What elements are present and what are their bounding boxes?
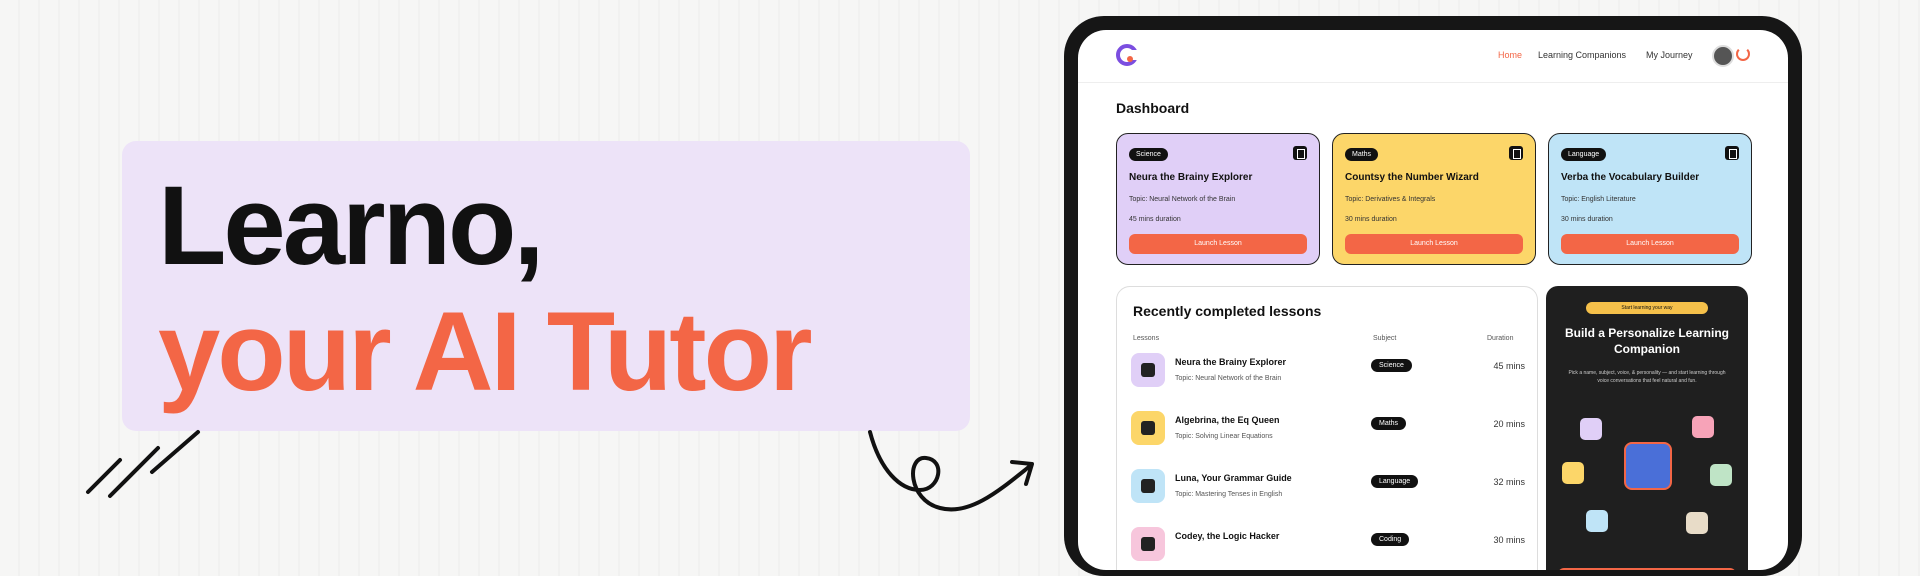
recent-lessons-title: Recently completed lessons bbox=[1133, 303, 1322, 319]
launch-lesson-button[interactable]: Launch Lesson bbox=[1561, 234, 1739, 254]
bookmark-icon[interactable] bbox=[1293, 146, 1307, 160]
chat-bubble-icon bbox=[1586, 510, 1608, 532]
companion-card[interactable]: Science Neura the Brainy Explorer Topic:… bbox=[1116, 133, 1320, 265]
app-screen: Home Learning Companions My Journey Dash… bbox=[1078, 30, 1788, 570]
card-duration: 45 mins duration bbox=[1129, 216, 1181, 223]
book-icon bbox=[1692, 416, 1714, 438]
bookmark-icon[interactable] bbox=[1509, 146, 1523, 160]
nav-link-my-journey[interactable]: My Journey bbox=[1646, 50, 1693, 60]
speed-lines-icon bbox=[86, 430, 200, 498]
lesson-name: Algebrina, the Eq Queen bbox=[1175, 415, 1280, 425]
promo-title: Build a Personalize Learning Companion bbox=[1564, 326, 1730, 356]
companion-card[interactable]: Language Verba the Vocabulary Builder To… bbox=[1548, 133, 1752, 265]
subject-tag: Maths bbox=[1345, 148, 1379, 161]
card-title: Neura the Brainy Explorer bbox=[1129, 172, 1253, 183]
flask-icon bbox=[1131, 353, 1165, 387]
flask-icon bbox=[1580, 418, 1602, 440]
subject-badge: Maths bbox=[1371, 417, 1407, 430]
column-header-subject: Subject bbox=[1373, 335, 1397, 342]
lesson-row[interactable]: Luna, Your Grammar Guide Topic: Masterin… bbox=[1131, 469, 1525, 509]
card-duration: 30 mins duration bbox=[1345, 216, 1397, 223]
launch-lesson-button[interactable]: Launch Lesson bbox=[1129, 234, 1307, 254]
hero-title-line1: Learno, bbox=[158, 163, 545, 288]
calculator-icon bbox=[1562, 462, 1584, 484]
build-companion-button[interactable] bbox=[1558, 568, 1736, 570]
launch-lesson-button[interactable]: Launch Lesson bbox=[1345, 234, 1523, 254]
lesson-row[interactable]: Neura the Brainy Explorer Topic: Neural … bbox=[1131, 353, 1525, 393]
subject-badge: Science bbox=[1371, 359, 1412, 372]
column-header-lessons: Lessons bbox=[1133, 335, 1160, 342]
lesson-duration: 45 mins bbox=[1493, 361, 1525, 371]
card-title: Verba the Vocabulary Builder bbox=[1561, 172, 1700, 183]
lesson-duration: 20 mins bbox=[1493, 419, 1525, 429]
hero-title-line2: your AI Tutor bbox=[158, 289, 813, 414]
nav-link-home[interactable]: Home bbox=[1498, 50, 1522, 60]
scroll-icon bbox=[1686, 512, 1708, 534]
lesson-topic: Topic: Neural Network of the Brain bbox=[1175, 375, 1282, 382]
card-topic: Topic: English Literature bbox=[1561, 196, 1636, 203]
lesson-name: Codey, the Logic Hacker bbox=[1175, 531, 1280, 541]
companion-card[interactable]: Maths Countsy the Number Wizard Topic: D… bbox=[1332, 133, 1536, 265]
nav-link-learning-companions[interactable]: Learning Companions bbox=[1538, 50, 1626, 60]
top-nav: Home Learning Companions My Journey bbox=[1078, 30, 1788, 83]
app-logo-icon[interactable] bbox=[1116, 44, 1138, 66]
subject-badge: Language bbox=[1371, 475, 1419, 488]
column-header-duration: Duration bbox=[1487, 335, 1514, 342]
card-duration: 30 mins duration bbox=[1561, 216, 1613, 223]
lesson-name: Neura the Brainy Explorer bbox=[1175, 357, 1287, 367]
dashboard-title: Dashboard bbox=[1116, 100, 1190, 116]
subject-badge: Coding bbox=[1371, 533, 1410, 546]
calculator-icon bbox=[1131, 411, 1165, 445]
globe-icon bbox=[1710, 464, 1732, 486]
promo-badge: Start learning your way bbox=[1586, 302, 1708, 314]
lesson-row[interactable]: Algebrina, the Eq Queen Topic: Solving L… bbox=[1131, 411, 1525, 451]
create-companion-promo: Start learning your way Build a Personal… bbox=[1546, 286, 1748, 570]
recent-lessons-panel: Recently completed lessons Lessons Subje… bbox=[1116, 286, 1538, 570]
lesson-name: Luna, Your Grammar Guide bbox=[1175, 473, 1292, 483]
graduation-cap-icon bbox=[1624, 442, 1672, 490]
curly-arrow-icon bbox=[868, 430, 1034, 512]
lesson-duration: 32 mins bbox=[1493, 477, 1525, 487]
card-topic: Topic: Derivatives & Integrals bbox=[1345, 196, 1436, 203]
subject-tag: Science bbox=[1129, 148, 1168, 161]
lesson-topic: Topic: Mastering Tenses in English bbox=[1175, 491, 1283, 498]
subject-tag: Language bbox=[1561, 148, 1607, 161]
card-topic: Topic: Neural Network of the Brain bbox=[1129, 196, 1236, 203]
lesson-topic: Topic: Solving Linear Equations bbox=[1175, 433, 1273, 440]
lesson-row[interactable]: Codey, the Logic Hacker Coding 30 mins bbox=[1131, 527, 1525, 567]
user-avatar[interactable] bbox=[1712, 45, 1734, 67]
promo-description: Pick a name, subject, voice, & personali… bbox=[1568, 370, 1726, 384]
bookmark-icon[interactable] bbox=[1725, 146, 1739, 160]
code-icon bbox=[1131, 527, 1165, 561]
sign-out-icon[interactable] bbox=[1736, 47, 1750, 61]
chat-bubble-icon bbox=[1131, 469, 1165, 503]
card-title: Countsy the Number Wizard bbox=[1345, 172, 1479, 183]
